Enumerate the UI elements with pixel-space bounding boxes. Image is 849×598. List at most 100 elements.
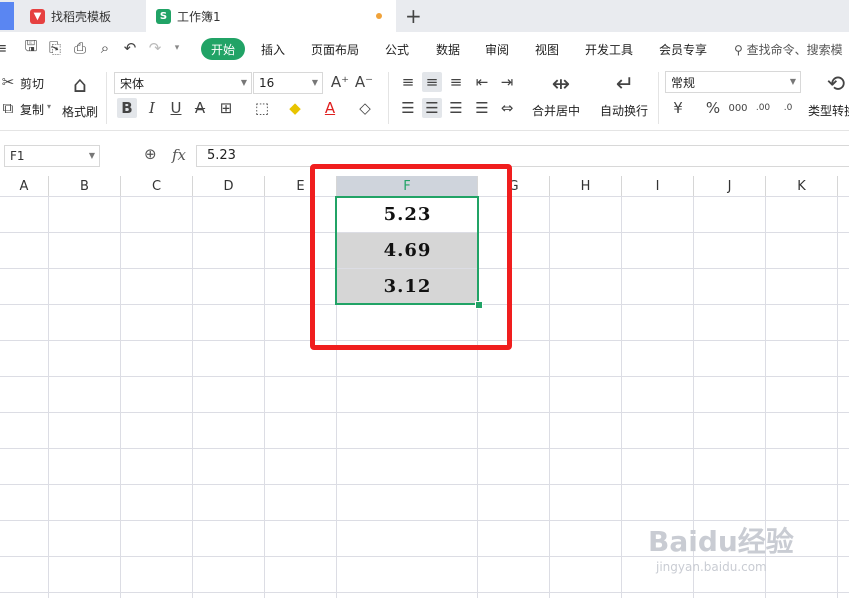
name-box[interactable]: F1 ▼ [4,145,100,167]
unsaved-dot-icon [376,13,382,19]
copy-icon[interactable]: ⧉ [0,98,18,118]
fx-icon[interactable]: fx [172,146,186,164]
print-preview-icon[interactable]: ⌕ [96,39,114,57]
divider [106,72,107,124]
redo-icon[interactable]: ↷ [146,39,164,57]
justify-icon[interactable]: ☰ [472,98,492,118]
align-right-icon[interactable]: ☰ [446,98,466,118]
print-icon[interactable]: ⎙ [71,39,89,57]
wrap-text-icon[interactable]: ↵ [611,70,639,98]
menu-home[interactable]: 开始 [201,38,245,60]
sheet-icon: S [156,8,171,24]
convert-icon[interactable]: ⟲ [822,70,849,98]
bold-icon[interactable]: B [117,98,137,118]
menu-review[interactable]: 审阅 [485,41,509,58]
chevron-down-icon[interactable]: ▾ [47,102,51,111]
align-middle-icon[interactable]: ≡ [422,72,442,92]
gridline [549,196,550,598]
fill-pattern-icon[interactable]: ⬚ [252,98,272,118]
tab-label: 工作簿1 [177,9,221,24]
zoom-icon[interactable]: ⊕ [144,145,157,163]
export-pdf-icon[interactable]: ⎘ [46,39,64,57]
thousands-icon[interactable]: 000 [728,98,748,118]
docer-icon: ▼ [30,8,45,24]
fill-color-icon[interactable]: ◆ [285,98,305,118]
font-name-select[interactable]: 宋体 ▼ [114,72,252,94]
column-header-h[interactable]: H [550,176,622,196]
percent-icon[interactable]: % [703,98,723,118]
column-header-i[interactable]: I [622,176,694,196]
number-format-select[interactable]: 常规 ▼ [665,71,801,93]
column-header-b[interactable]: B [49,176,121,196]
cut-button[interactable]: 剪切 [20,75,44,92]
align-top-icon[interactable]: ≡ [398,72,418,92]
align-bottom-icon[interactable]: ≡ [446,72,466,92]
gridline [0,484,849,485]
tab-docer[interactable]: ▼ 找稻壳模板 [0,0,145,32]
underline-icon[interactable]: U [166,98,186,118]
ribbon-toolbar: ✂ 剪切 ⧉ 复制 ▾ ⌂ 格式刷 宋体 ▼ 16 ▼ A⁺ A⁻ B I U A … [0,66,849,131]
save-icon[interactable]: 🖫 [22,37,40,57]
decrease-decimal-icon[interactable]: .0 [778,98,798,118]
gridline [0,376,849,377]
command-search[interactable]: ⚲ 查找命令、搜索模 [734,41,843,58]
search-placeholder: 查找命令、搜索模 [746,43,843,57]
eraser-icon[interactable]: ◇ [355,98,375,118]
distributed-icon[interactable]: ⇔ [497,98,517,118]
wrap-text-button[interactable]: 自动换行 [600,102,648,119]
column-header-d[interactable]: D [193,176,265,196]
column-header-c[interactable]: C [121,176,193,196]
border-icon[interactable]: ⊞ [216,98,236,118]
align-left-icon[interactable]: ☰ [398,98,418,118]
font-color-icon[interactable]: A [320,98,340,118]
tab-workbook[interactable]: S 工作簿1 [146,0,396,32]
format-painter-icon[interactable]: ⌂ [66,71,94,99]
currency-icon[interactable]: ¥ [668,98,688,118]
baidu-watermark-url: jingyan.baidu.com [656,560,767,574]
chevron-down-icon: ▼ [240,78,247,87]
merge-center-button[interactable]: 合并居中 [532,102,580,119]
decrease-font-icon[interactable]: A⁻ [354,72,374,92]
align-center-icon[interactable]: ☰ [422,98,442,118]
increase-decimal-icon[interactable]: .00 [753,98,773,118]
column-header-k[interactable]: K [766,176,838,196]
chevron-down-icon[interactable]: ▾ [168,39,186,57]
menu-insert[interactable]: 插入 [261,41,285,58]
scissors-icon[interactable]: ✂ [0,72,18,92]
menu-developer[interactable]: 开发工具 [585,41,633,58]
menu-member[interactable]: 会员专享 [659,41,707,58]
menu-formulas[interactable]: 公式 [385,41,409,58]
strikethrough-icon[interactable]: A [190,98,210,118]
new-tab-icon[interactable]: + [405,4,422,28]
formula-input[interactable]: 5.23 [196,145,849,167]
merge-center-icon[interactable]: ⇹ [547,70,575,98]
gridline [120,196,121,598]
increase-font-icon[interactable]: A⁺ [330,72,350,92]
gridline [264,196,265,598]
app-menu-strip[interactable] [0,2,14,30]
divider [388,72,389,124]
indent-icon[interactable]: ⇥ [497,72,517,92]
search-icon: ⚲ [734,43,743,57]
convert-type-button[interactable]: 类型转换 [808,102,849,119]
menu-page-layout[interactable]: 页面布局 [311,41,359,58]
gridline [192,196,193,598]
copy-button[interactable]: 复制 [20,101,44,118]
menu-bar: ≡ 🖫 ⎘ ⎙ ⌕ ↶ ↷ ▾ 开始 插入 页面布局 公式 数据 审阅 视图 开… [0,32,849,66]
format-painter-button[interactable]: 格式刷 [62,103,98,120]
menu-view[interactable]: 视图 [535,41,559,58]
tab-label: 找稻壳模板 [51,9,112,24]
column-header-a[interactable]: A [0,176,49,196]
outdent-icon[interactable]: ⇤ [472,72,492,92]
column-header-j[interactable]: J [694,176,766,196]
menu-data[interactable]: 数据 [436,41,460,58]
chevron-down-icon: ▼ [88,151,95,160]
font-name-value: 宋体 [120,76,145,91]
tab-bar: ▼ 找稻壳模板 S 工作簿1 + [0,0,849,32]
italic-icon[interactable]: I [142,98,162,118]
gridline [837,196,838,598]
number-format-value: 常规 [671,75,696,90]
font-size-select[interactable]: 16 ▼ [253,72,323,94]
menu-icon[interactable]: ≡ [0,39,10,57]
undo-icon[interactable]: ↶ [121,39,139,57]
